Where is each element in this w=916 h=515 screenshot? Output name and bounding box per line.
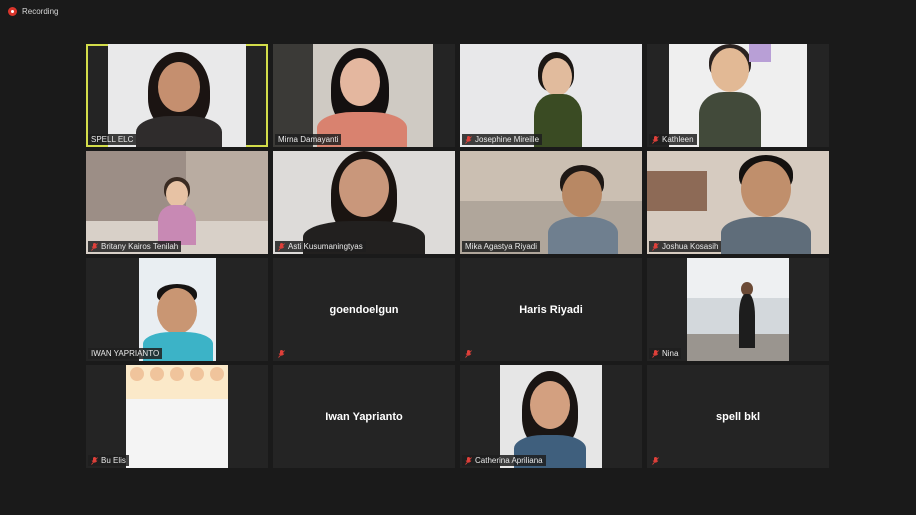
muted-mic-icon xyxy=(652,242,659,251)
muted-mic-icon xyxy=(652,457,659,465)
participant-name-label: Josephine Mireille xyxy=(462,134,543,145)
participant-tile[interactable]: Kathleen xyxy=(647,44,829,147)
participant-name-label: Mika Agastya Riyadi xyxy=(462,241,541,252)
participant-display-name: spell bkl xyxy=(715,410,761,423)
participant-name-label: Kathleen xyxy=(649,134,697,145)
participant-tile[interactable]: spell bkl xyxy=(647,365,829,468)
recording-indicator[interactable]: Recording xyxy=(8,7,58,16)
muted-mic-icon xyxy=(91,456,98,465)
muted-mic-icon xyxy=(465,135,472,144)
participant-tile[interactable]: Joshua Kosasih xyxy=(647,151,829,254)
participant-video xyxy=(139,258,216,361)
participant-tile[interactable]: IWAN YAPRIANTO xyxy=(86,258,268,361)
participant-video xyxy=(500,365,602,468)
participant-tile[interactable]: Catherina Apriliana xyxy=(460,365,642,468)
participant-name-label: SPELL ELC xyxy=(88,134,137,145)
participant-video xyxy=(669,44,807,147)
participant-video xyxy=(687,258,789,361)
participant-tile[interactable]: SPELL ELC xyxy=(86,44,268,147)
participant-tile[interactable]: Josephine Mireille xyxy=(460,44,642,147)
participant-tile[interactable]: Bu Elis xyxy=(86,365,268,468)
participant-name-label: Catherina Apriliana xyxy=(462,455,546,466)
participant-display-name: Haris Riyadi xyxy=(519,303,583,316)
participant-video xyxy=(86,151,268,254)
participant-tile[interactable]: goendoelgun xyxy=(273,258,455,361)
muted-mic-icon xyxy=(652,349,659,358)
participant-name-label: Mirna Damayanti xyxy=(275,134,342,145)
muted-mic-icon xyxy=(652,135,659,144)
participant-name-label: Britany Kairos Tenilah xyxy=(88,241,182,252)
participant-name-label: Bu Elis xyxy=(88,455,129,466)
participant-video xyxy=(460,151,642,254)
participant-tile[interactable]: Asti Kusumaningtyas xyxy=(273,151,455,254)
participant-video xyxy=(273,151,455,254)
participant-name-label xyxy=(462,349,475,359)
participant-name-label: IWAN YAPRIANTO xyxy=(88,348,163,359)
participant-name-label xyxy=(275,349,288,359)
participant-tile[interactable]: Nina xyxy=(647,258,829,361)
recording-label: Recording xyxy=(22,7,59,16)
participant-video xyxy=(460,44,642,147)
participant-video xyxy=(273,44,433,147)
muted-mic-icon xyxy=(91,242,98,251)
participant-name-label: Asti Kusumaningtyas xyxy=(275,241,366,252)
participant-video xyxy=(108,44,246,147)
muted-mic-icon xyxy=(278,350,285,358)
participant-video xyxy=(647,151,829,254)
participant-name-label xyxy=(649,456,662,466)
muted-mic-icon xyxy=(278,242,285,251)
participant-display-name: Iwan Yaprianto xyxy=(325,410,403,423)
participant-tile[interactable]: Mirna Damayanti xyxy=(273,44,455,147)
participant-tile[interactable]: Haris Riyadi xyxy=(460,258,642,361)
participant-tile[interactable]: Mika Agastya Riyadi xyxy=(460,151,642,254)
video-gallery: SPELL ELC Mirna Damayanti Josephine Mire… xyxy=(86,44,829,468)
participant-video xyxy=(126,365,228,468)
participant-name-label: Joshua Kosasih xyxy=(649,241,722,252)
muted-mic-icon xyxy=(465,350,472,358)
record-icon xyxy=(8,7,17,16)
participant-display-name: goendoelgun xyxy=(329,303,399,316)
participant-tile[interactable]: Iwan Yaprianto xyxy=(273,365,455,468)
participant-tile[interactable]: Britany Kairos Tenilah xyxy=(86,151,268,254)
participant-name-label: Nina xyxy=(649,348,682,359)
muted-mic-icon xyxy=(465,456,472,465)
